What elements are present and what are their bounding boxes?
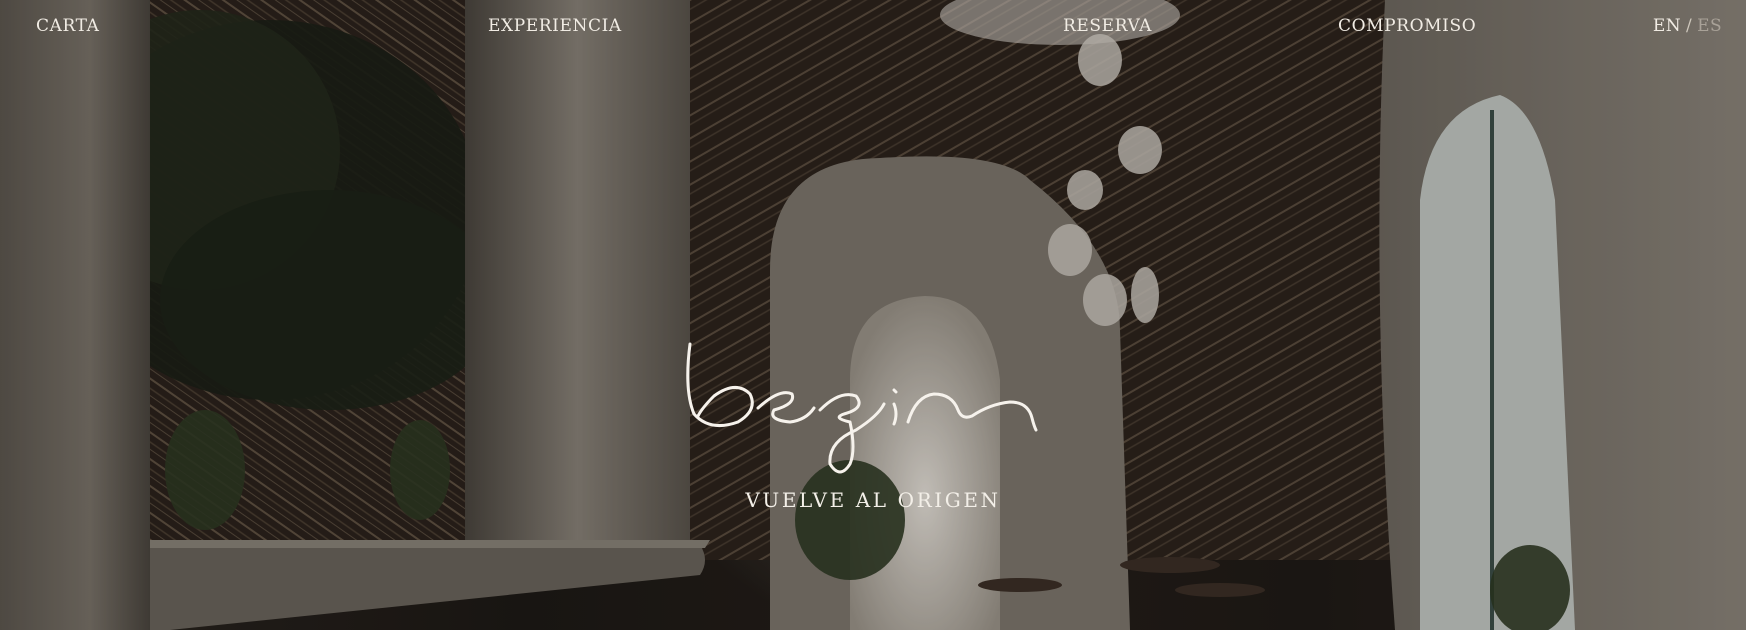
language-option-es[interactable]: ES: [1697, 16, 1722, 36]
hero-tagline: VUELVE AL ORIGEN: [745, 488, 1001, 512]
nav-link-carta[interactable]: CARTA: [36, 16, 99, 36]
nav-link-experiencia[interactable]: EXPERIENCIA: [488, 16, 622, 36]
logo-begin-script: [686, 342, 1038, 474]
nav-link-compromiso[interactable]: COMPROMISO: [1338, 16, 1476, 36]
language-switcher: EN / ES: [1653, 16, 1722, 36]
brand-logo: [680, 330, 1080, 480]
hero-section: CARTA EXPERIENCIA RESERVA COMPROMISO EN /…: [0, 0, 1746, 630]
main-navigation: CARTA EXPERIENCIA RESERVA COMPROMISO EN /…: [0, 0, 1746, 54]
nav-link-reserva[interactable]: RESERVA: [1063, 16, 1152, 36]
hero-dark-overlay: [0, 0, 1746, 630]
language-separator: /: [1686, 16, 1693, 36]
language-option-en[interactable]: EN: [1653, 16, 1681, 36]
